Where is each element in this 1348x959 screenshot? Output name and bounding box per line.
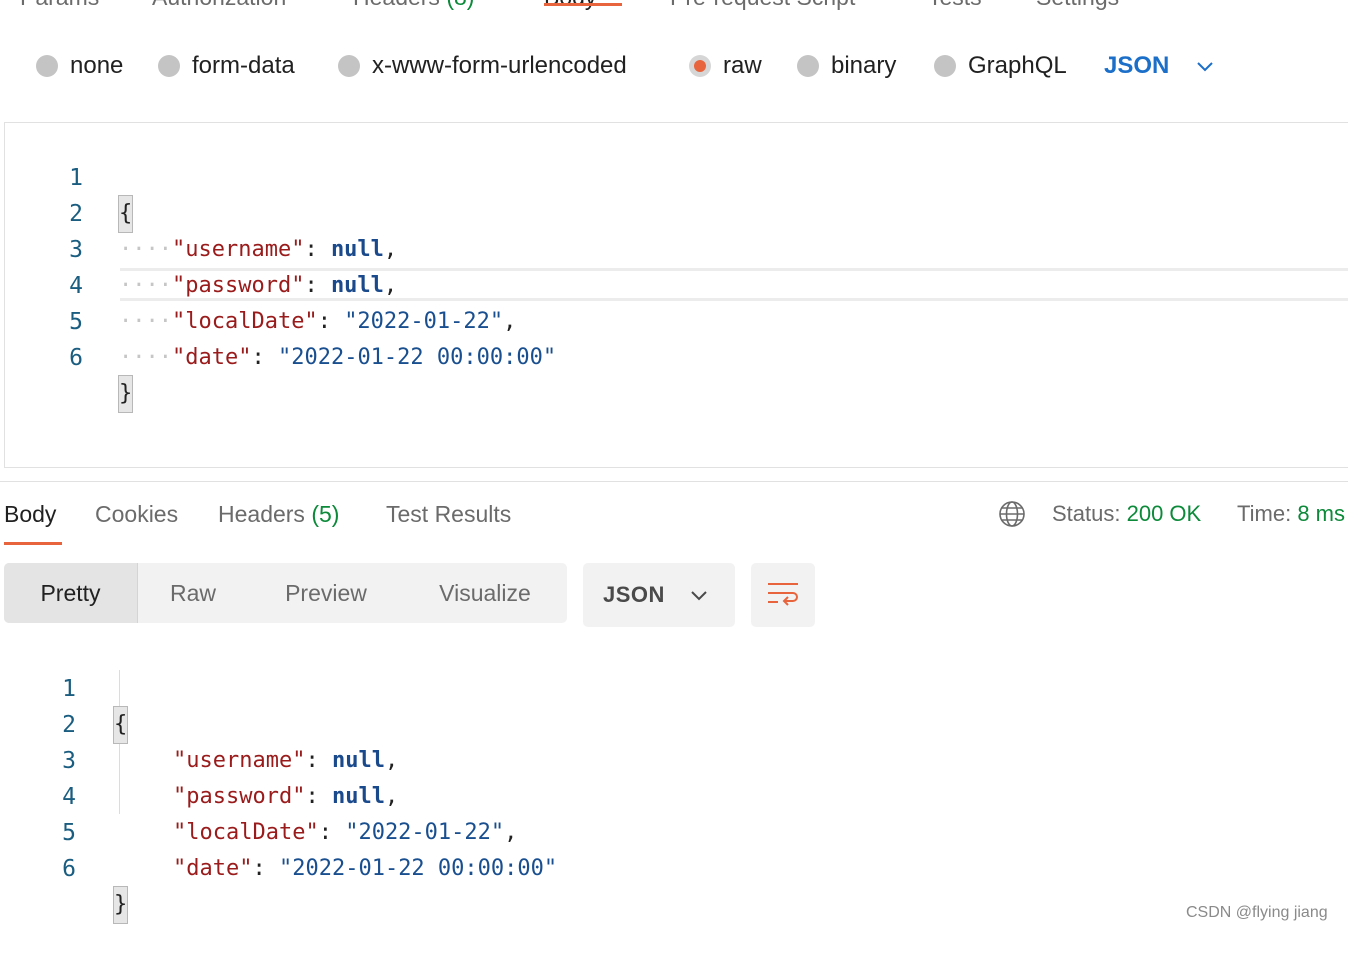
response-tab-test-results[interactable]: Test Results: [386, 496, 511, 532]
headers-count: (8): [446, 0, 474, 10]
tab-label: Body: [4, 501, 57, 527]
response-body-viewer[interactable]: 1 { 2 "username": null, 3 "password": nu…: [0, 634, 1348, 924]
view-preview-button[interactable]: Preview: [264, 563, 388, 623]
active-tab-indicator: [544, 3, 622, 6]
radio-raw[interactable]: raw: [689, 48, 762, 84]
tab-tests[interactable]: Tests: [928, 0, 982, 11]
radio-label: x-www-form-urlencoded: [372, 52, 627, 79]
radio-binary[interactable]: binary: [797, 48, 896, 84]
code-line: 4 ····"localDate": "2022-01-22",: [5, 232, 1348, 334]
radio-button[interactable]: [338, 55, 360, 77]
active-tab-indicator: [4, 542, 62, 545]
radio-button[interactable]: [36, 55, 58, 77]
code-line: 1 {: [0, 635, 1348, 744]
tab-headers[interactable]: Headers (8): [353, 0, 474, 11]
radio-button[interactable]: [158, 55, 180, 77]
tab-label: Cookies: [95, 501, 179, 527]
status-value: 200 OK: [1126, 501, 1202, 526]
radio-label: form-data: [192, 52, 295, 79]
response-tab-cookies[interactable]: Cookies: [95, 496, 178, 532]
request-body-editor[interactable]: 1 { 2 ····"username": null, 3 ····"passw…: [4, 122, 1348, 468]
code-line: 2 "username": null,: [0, 671, 1348, 773]
tab-label: Authorization: [152, 0, 286, 10]
radio-button-selected[interactable]: [689, 55, 711, 77]
wrap-lines-button[interactable]: [751, 563, 815, 627]
tab-label: Params: [20, 0, 99, 10]
response-tab-body[interactable]: Body: [4, 496, 56, 532]
language-label: JSON: [1104, 52, 1170, 79]
radio-form-data[interactable]: form-data: [158, 48, 295, 84]
tab-label: Tests: [928, 0, 982, 10]
json-key: "date": [173, 856, 253, 881]
line-number: 6: [69, 345, 83, 371]
format-label: JSON: [603, 582, 665, 607]
radio-label: none: [70, 52, 124, 79]
view-visualize-button[interactable]: Visualize: [424, 563, 546, 623]
language-dropdown[interactable]: JSON: [1104, 48, 1215, 84]
response-time[interactable]: Time: 8 ms: [1237, 496, 1345, 532]
view-raw-button[interactable]: Raw: [137, 563, 249, 623]
code-line: 4 "localDate": "2022-01-22",: [0, 743, 1348, 845]
json-value: "2022-01-22 00:00:00": [277, 345, 557, 370]
time-label: Time:: [1237, 501, 1292, 526]
response-view-switcher: Pretty Raw Preview Visualize: [4, 563, 567, 623]
radio-label: raw: [723, 52, 762, 79]
globe-icon[interactable]: [998, 500, 1026, 528]
json-value: "2022-01-22 00:00:00": [278, 856, 558, 881]
tab-authorization[interactable]: Authorization: [152, 0, 286, 11]
tab-label: Pre-request Script: [670, 0, 855, 10]
status-label: Status:: [1052, 501, 1121, 526]
json-key: "date": [171, 345, 252, 370]
radio-button[interactable]: [934, 55, 956, 77]
response-status[interactable]: Status: 200 OK: [1052, 496, 1201, 532]
radio-label: GraphQL: [968, 52, 1067, 79]
body-type-selector: none form-data x-www-form-urlencoded raw…: [0, 48, 1348, 84]
code-line: 3 "password": null,: [0, 707, 1348, 809]
code-line: 1 {: [5, 124, 1348, 233]
radio-label: binary: [831, 52, 897, 79]
tab-settings[interactable]: Settings: [1036, 0, 1119, 11]
view-pretty-button[interactable]: Pretty: [4, 563, 138, 623]
wrap-lines-icon: [768, 583, 798, 606]
radio-none[interactable]: none: [36, 48, 123, 84]
radio-x-www-form-urlencoded[interactable]: x-www-form-urlencoded: [338, 48, 627, 84]
indent-dots: ····: [119, 345, 172, 370]
close-brace: }: [112, 886, 129, 924]
response-format-dropdown[interactable]: JSON: [583, 563, 735, 627]
radio-graphql[interactable]: GraphQL: [934, 48, 1067, 84]
code-line: 6 }: [5, 304, 1348, 413]
chevron-down-icon: [691, 591, 707, 601]
headers-count: (5): [311, 501, 340, 527]
tab-pre-request-script[interactable]: Pre-request Script: [670, 0, 855, 11]
radio-button[interactable]: [797, 55, 819, 77]
tab-label: Headers: [353, 0, 440, 10]
request-tabs: Params Authorization Headers (8) Body Pr…: [0, 0, 1348, 24]
tab-label: Headers: [218, 501, 305, 527]
code-line: 2 ····"username": null,: [5, 160, 1348, 262]
tab-label: Test Results: [386, 501, 512, 527]
time-value: 8 ms: [1297, 501, 1345, 526]
pane-divider[interactable]: [0, 481, 1348, 482]
code-line: 5 "date": "2022-01-22 00:00:00": [0, 779, 1348, 881]
chevron-down-icon: [1197, 62, 1214, 72]
response-tab-headers[interactable]: Headers (5): [218, 496, 339, 532]
line-number: 6: [62, 856, 76, 882]
watermark: CSDN @flying jiang: [1186, 904, 1328, 921]
code-line: 6 }: [0, 815, 1348, 924]
tab-params[interactable]: Params: [20, 0, 99, 11]
code-line: 3 ····"password": null,: [5, 196, 1348, 298]
code-line: 5 ····"date": "2022-01-22 00:00:00": [5, 268, 1348, 370]
response-tabs: Body Cookies Headers (5) Test Results St…: [0, 496, 1348, 545]
close-brace: }: [117, 375, 134, 413]
tab-label: Settings: [1036, 0, 1119, 10]
